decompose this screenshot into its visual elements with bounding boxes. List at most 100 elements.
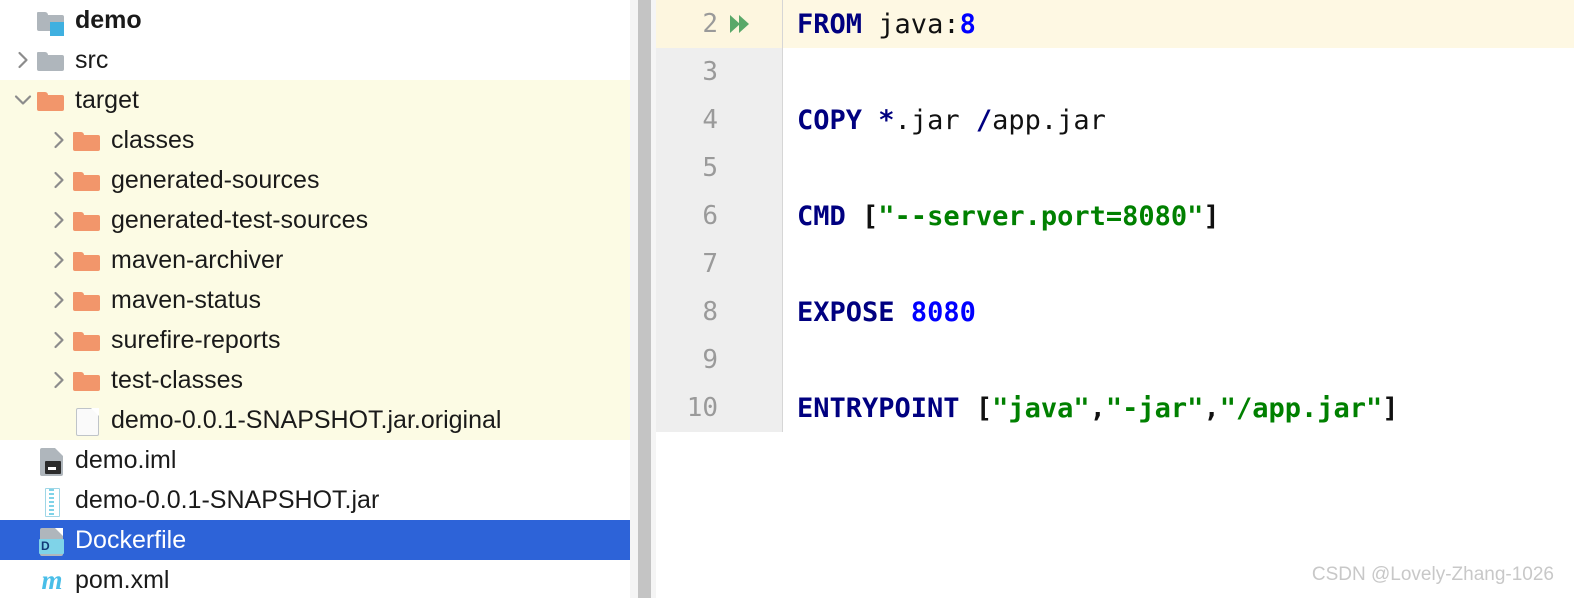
line-number: 10 — [686, 393, 718, 423]
code-token: "/app.jar" — [1219, 392, 1383, 424]
iml-file-icon — [36, 445, 66, 476]
line-number: 9 — [702, 345, 718, 375]
editor-gutter[interactable]: 2 — [656, 0, 783, 48]
editor-gutter[interactable]: 9 — [656, 336, 783, 384]
code-token: / — [975, 104, 993, 136]
code-line-10[interactable]: 10 ENTRYPOINT ["java","-jar","/app.jar"] — [656, 384, 1574, 432]
tree-item-demo-0-0-1-snapshot-jar[interactable]: demo-0.0.1-SNAPSHOT.jar — [0, 480, 630, 520]
project-tree-panel[interactable]: demo src target classes generated-sources gen… — [0, 0, 630, 598]
tree-item-demo-0-0-1-snapshot-jar-original[interactable]: demo-0.0.1-SNAPSHOT.jar.original — [0, 400, 630, 440]
chevron-right-icon[interactable] — [46, 127, 72, 153]
tree-item-generated-sources[interactable]: generated-sources — [0, 160, 630, 200]
code-line-8[interactable]: 8 EXPOSE 8080 — [656, 288, 1574, 336]
tree-chevron-spacer — [10, 527, 36, 553]
tree-chevron-spacer — [46, 407, 72, 433]
folder-gray-icon — [36, 45, 66, 75]
editor-gutter[interactable]: 3 — [656, 48, 783, 96]
editor-gutter[interactable]: 10 — [656, 384, 783, 432]
dockerfile-icon: D — [36, 525, 66, 556]
chevron-right-icon[interactable] — [46, 287, 72, 313]
editor-gutter[interactable]: 5 — [656, 144, 783, 192]
code-line-3[interactable]: 3 — [656, 48, 1574, 96]
folder-orange-icon — [72, 205, 102, 235]
code-token: , — [1089, 392, 1106, 424]
line-number: 7 — [702, 249, 718, 279]
scrollbar-thumb[interactable] — [638, 0, 651, 598]
code-token: EXPOSE — [797, 296, 895, 328]
chevron-right-icon[interactable] — [46, 167, 72, 193]
tree-item-label: demo — [75, 5, 142, 34]
code-token: java: — [878, 8, 960, 40]
code-token: "--server.port=8080" — [878, 200, 1204, 232]
tree-item-label: test-classes — [111, 365, 243, 394]
code-token: [ — [845, 200, 879, 232]
tree-item-generated-test-sources[interactable]: generated-test-sources — [0, 200, 630, 240]
tree-item-pom-xml[interactable]: m pom.xml — [0, 560, 630, 598]
code-line-text[interactable]: EXPOSE 8080 — [783, 297, 976, 328]
code-line-text[interactable]: ENTRYPOINT ["java","-jar","/app.jar"] — [783, 393, 1399, 424]
tree-item-demo[interactable]: demo — [0, 0, 630, 40]
tree-item-label: Dockerfile — [75, 525, 187, 554]
tree-item-maven-archiver[interactable]: maven-archiver — [0, 240, 630, 280]
watermark-text: CSDN @Lovely-Zhang-1026 — [1311, 564, 1554, 585]
tree-item-test-classes[interactable]: test-classes — [0, 360, 630, 400]
tree-item-label: demo.iml — [75, 445, 177, 474]
code-token: ENTRYPOINT — [797, 392, 960, 424]
code-token: CMD — [797, 200, 846, 232]
folder-orange-icon — [72, 325, 102, 355]
chevron-right-icon[interactable] — [10, 47, 36, 73]
editor-gutter[interactable]: 4 — [656, 96, 783, 144]
vertical-scrollbar[interactable] — [630, 0, 656, 598]
chevron-down-icon[interactable] — [10, 87, 36, 113]
tree-item-label: pom.xml — [75, 565, 170, 594]
code-line-text[interactable]: FROM java:8 — [783, 9, 976, 40]
tree-item-demo-iml[interactable]: demo.iml — [0, 440, 630, 480]
tree-item-label: demo-0.0.1-SNAPSHOT.jar — [75, 485, 380, 514]
folder-orange-icon — [72, 285, 102, 315]
line-number: 5 — [702, 153, 718, 183]
editor-gutter[interactable]: 7 — [656, 240, 783, 288]
code-line-2[interactable]: 2 FROM java:8 — [656, 0, 1574, 48]
code-editor[interactable]: 2 FROM java:8 3 4 COPY *.jar /app.jar 5 6 CMD [… — [656, 0, 1574, 598]
editor-gutter[interactable]: 8 — [656, 288, 783, 336]
folder-orange-icon — [72, 165, 102, 195]
code-token: ] — [1203, 200, 1220, 232]
tree-item-label: demo-0.0.1-SNAPSHOT.jar.original — [111, 405, 502, 434]
code-token: [ — [959, 392, 993, 424]
tree-item-dockerfile[interactable]: D Dockerfile — [0, 520, 630, 560]
code-token: app.jar — [992, 104, 1106, 136]
tree-item-classes[interactable]: classes — [0, 120, 630, 160]
tree-item-src[interactable]: src — [0, 40, 630, 80]
code-line-5[interactable]: 5 — [656, 144, 1574, 192]
chevron-right-icon[interactable] — [46, 327, 72, 353]
code-line-9[interactable]: 9 — [656, 336, 1574, 384]
chevron-right-icon[interactable] — [46, 207, 72, 233]
tree-item-target[interactable]: target — [0, 80, 630, 120]
tree-item-label: surefire-reports — [111, 325, 281, 354]
tree-item-surefire-reports[interactable]: surefire-reports — [0, 320, 630, 360]
ide-window: demo src target classes generated-sources gen… — [0, 0, 1574, 598]
tree-chevron-spacer — [10, 487, 36, 513]
tree-item-label: generated-test-sources — [111, 205, 369, 234]
code-line-7[interactable]: 7 — [656, 240, 1574, 288]
code-token: * — [878, 104, 895, 136]
code-token: "java" — [992, 392, 1090, 424]
chevron-right-icon[interactable] — [46, 367, 72, 393]
maven-pom-icon: m — [41, 565, 63, 595]
module-folder-icon — [36, 5, 66, 36]
code-line-4[interactable]: 4 COPY *.jar /app.jar — [656, 96, 1574, 144]
tree-item-maven-status[interactable]: maven-status — [0, 280, 630, 320]
run-double-chevron-icon[interactable] — [726, 11, 752, 37]
editor-gutter[interactable]: 6 — [656, 192, 783, 240]
code-line-6[interactable]: 6 CMD ["--server.port=8080"] — [656, 192, 1574, 240]
code-line-text[interactable]: COPY *.jar /app.jar — [783, 105, 1106, 136]
folder-orange-icon — [36, 85, 66, 115]
file-page-icon — [72, 405, 102, 436]
tree-chevron-spacer — [10, 567, 36, 593]
code-token: FROM — [797, 8, 863, 40]
code-line-text[interactable]: CMD ["--server.port=8080"] — [783, 201, 1220, 232]
chevron-right-icon[interactable] — [46, 247, 72, 273]
